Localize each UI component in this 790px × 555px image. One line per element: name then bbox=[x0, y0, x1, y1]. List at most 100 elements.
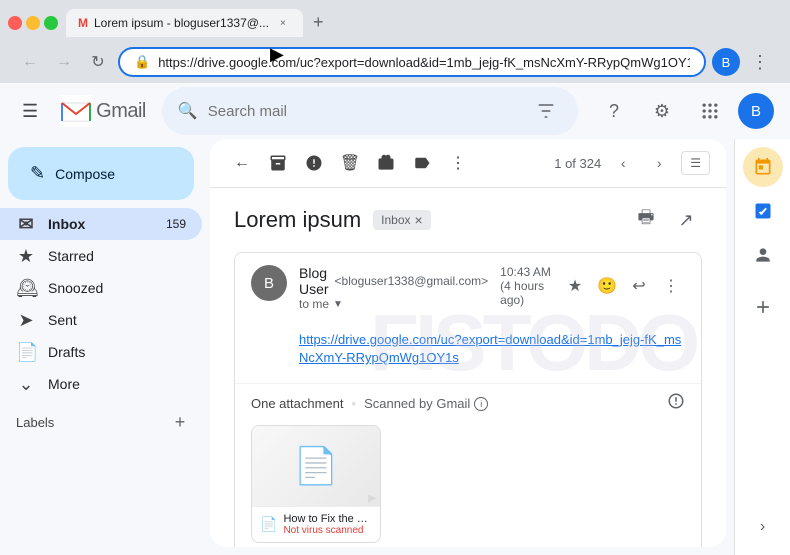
message-link[interactable]: https://drive.google.com/uc?export=downl… bbox=[299, 332, 681, 365]
doc-icon: 📄 bbox=[260, 516, 277, 533]
snoozed-icon: 🕰 bbox=[16, 278, 36, 299]
sidebar-item-sent[interactable]: ➤ Sent bbox=[0, 304, 202, 336]
add-label-button[interactable]: + bbox=[166, 408, 194, 436]
sidebar-label-snoozed: Snoozed bbox=[48, 280, 186, 296]
delete-button[interactable]: 🗑 bbox=[334, 147, 366, 179]
email-message: B Blog User <bloguser1338@gmail.com> to … bbox=[234, 252, 702, 547]
window-close-button[interactable] bbox=[8, 16, 22, 30]
browser-profile-circle[interactable]: B bbox=[712, 48, 740, 76]
compose-button[interactable]: ✎ Compose bbox=[8, 147, 194, 200]
sidebar-label-starred: Starred bbox=[48, 248, 186, 264]
forward-button[interactable]: → bbox=[50, 48, 78, 76]
reply-message-button[interactable]: ↩ bbox=[625, 272, 653, 300]
contacts-button[interactable] bbox=[743, 235, 783, 275]
archive-button[interactable] bbox=[262, 147, 294, 179]
labels-title: Labels bbox=[16, 415, 54, 430]
pagination: 1 of 324 ‹ › ☰ bbox=[554, 149, 710, 177]
window-maximize-button[interactable] bbox=[44, 16, 58, 30]
tab-favicon: M bbox=[78, 16, 88, 30]
message-header: B Blog User <bloguser1338@gmail.com> to … bbox=[235, 253, 701, 323]
back-button[interactable]: ← bbox=[16, 48, 44, 76]
tab-title: Lorem ipsum - bloguser1337@... bbox=[94, 16, 269, 30]
labels-button[interactable] bbox=[406, 147, 438, 179]
thread-title-row: Lorem ipsum Inbox × 🖶 ↗ bbox=[234, 204, 702, 236]
calendar-button[interactable] bbox=[743, 147, 783, 187]
message-actions: ★ 🙂 ↩ ⋮ bbox=[561, 272, 685, 300]
attachment-info: 📄 How to Fix the DC... Not virus scanned bbox=[252, 506, 380, 542]
emoji-react-button[interactable]: 🙂 bbox=[593, 272, 621, 300]
main-content: FISTODO ← 🗑 ⋮ 1 of 324 bbox=[210, 139, 726, 547]
move-to-button[interactable] bbox=[370, 147, 402, 179]
right-panel: › bbox=[734, 139, 790, 555]
help-button[interactable]: ? bbox=[594, 91, 634, 131]
hamburger-menu-button[interactable]: ☰ bbox=[16, 95, 44, 128]
attachment-section: One attachment • Scanned by Gmail i bbox=[235, 383, 701, 547]
inbox-icon: ✉ bbox=[16, 214, 36, 235]
user-profile-button[interactable]: B bbox=[738, 93, 774, 129]
pagination-text: 1 of 324 bbox=[554, 156, 601, 171]
open-in-new-button[interactable]: ↗ bbox=[670, 204, 702, 236]
back-to-inbox-button[interactable]: ← bbox=[226, 147, 258, 179]
attachment-header: One attachment • Scanned by Gmail i bbox=[251, 392, 685, 415]
header-actions: ? ⚙ B bbox=[594, 91, 774, 131]
sidebar-label-sent: Sent bbox=[48, 312, 186, 328]
attachment-file[interactable]: 📄 ▶ 📄 How to Fix the DC... Not virus sca… bbox=[251, 425, 381, 543]
reload-button[interactable]: ↻ bbox=[84, 48, 112, 76]
settings-button[interactable]: ⚙ bbox=[642, 91, 682, 131]
sidebar-item-inbox[interactable]: ✉ Inbox 159 bbox=[0, 208, 202, 240]
sent-time: 10:43 AM (4 hours ago) bbox=[500, 265, 553, 307]
sender-email: <bloguser1338@gmail.com> bbox=[335, 274, 489, 288]
next-email-button[interactable]: › bbox=[645, 149, 673, 177]
sidebar-item-starred[interactable]: ★ Starred bbox=[0, 240, 202, 272]
star-icon: ★ bbox=[16, 246, 36, 267]
sidebar-label-more: More bbox=[48, 376, 186, 392]
sidebar-item-drafts[interactable]: 📄 Drafts bbox=[0, 336, 202, 368]
more-message-options-button[interactable]: ⋮ bbox=[657, 272, 685, 300]
thumbnail-watermark: ▶ bbox=[368, 493, 376, 504]
to-me-row: to me ▼ bbox=[299, 297, 488, 311]
previous-email-button[interactable]: ‹ bbox=[609, 149, 637, 177]
expand-panel-button[interactable]: › bbox=[743, 507, 783, 547]
apps-button[interactable] bbox=[690, 91, 730, 131]
gmail-app-name: Gmail bbox=[96, 100, 146, 123]
active-tab[interactable]: M Lorem ipsum - bloguser1337@... × bbox=[66, 9, 303, 37]
gmail-logo: Gmail bbox=[60, 95, 146, 127]
view-toggle: ☰ bbox=[681, 151, 710, 175]
scan-label: Scanned by Gmail bbox=[364, 396, 470, 411]
tasks-button[interactable] bbox=[743, 191, 783, 231]
star-message-button[interactable]: ★ bbox=[561, 272, 589, 300]
address-bar: 🔒 bbox=[118, 47, 706, 77]
sidebar-item-snoozed[interactable]: 🕰 Snoozed bbox=[0, 272, 202, 304]
search-bar[interactable]: 🔍 bbox=[162, 87, 578, 135]
tab-close-button[interactable]: × bbox=[275, 15, 291, 31]
gmail-header: ☰ Gmail 🔍 bbox=[0, 83, 790, 139]
email-toolbar: ← 🗑 ⋮ 1 of 324 ‹ › bbox=[210, 139, 726, 188]
drafts-icon: 📄 bbox=[16, 342, 36, 363]
file-icon: 📄 bbox=[294, 445, 339, 487]
add-panel-button[interactable] bbox=[743, 287, 783, 327]
inbox-badge: Inbox × bbox=[373, 210, 431, 230]
url-input[interactable] bbox=[158, 55, 690, 70]
message-meta: 10:43 AM (4 hours ago) ★ 🙂 ↩ ⋮ bbox=[500, 265, 685, 307]
inbox-badge-label: Inbox bbox=[381, 213, 410, 227]
inbox-count: 159 bbox=[166, 217, 186, 231]
sender-info: Blog User <bloguser1338@gmail.com> to me… bbox=[299, 265, 488, 311]
lock-icon: 🔒 bbox=[134, 54, 150, 70]
browser-menu-button[interactable]: ⋮ bbox=[746, 48, 774, 76]
attachment-name-container: How to Fix the DC... Not virus scanned bbox=[283, 513, 372, 536]
print-button[interactable]: 🖶 bbox=[630, 204, 662, 236]
search-filter-button[interactable] bbox=[530, 95, 562, 127]
inbox-badge-close[interactable]: × bbox=[415, 212, 423, 228]
attachment-count: One attachment bbox=[251, 396, 344, 411]
split-view-button[interactable]: ☰ bbox=[682, 152, 709, 174]
sidebar-item-more[interactable]: ⌄ More bbox=[0, 368, 202, 400]
report-spam-button[interactable] bbox=[298, 147, 330, 179]
attachment-options-button[interactable] bbox=[667, 392, 685, 415]
sidebar: ✎ Compose ✉ Inbox 159 ★ Starred 🕰 Snooze… bbox=[0, 139, 210, 555]
expand-recipients-button[interactable]: ▼ bbox=[333, 299, 343, 310]
new-tab-button[interactable]: + bbox=[305, 8, 332, 37]
search-input[interactable] bbox=[208, 103, 520, 120]
window-minimize-button[interactable] bbox=[26, 16, 40, 30]
to-me-label: to me bbox=[299, 297, 329, 311]
more-actions-button[interactable]: ⋮ bbox=[442, 147, 474, 179]
